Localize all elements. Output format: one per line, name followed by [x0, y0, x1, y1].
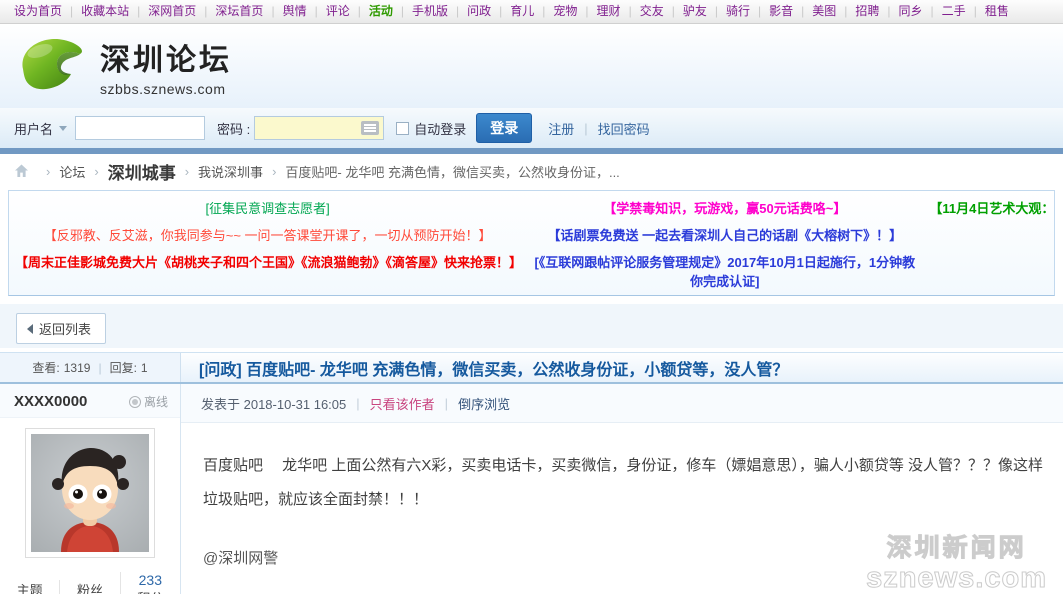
topnav-rent[interactable]: 租售 — [985, 4, 1009, 18]
logo-text: 深圳论坛 szbbs.sznews.com — [100, 35, 232, 97]
breadcrumb-separator: › — [94, 164, 98, 179]
back-bar: 返回列表 — [0, 304, 1063, 348]
topnav-friends[interactable]: 交友 — [640, 4, 683, 18]
thread-stats: 查看: 1319 | 回复: 1 — [0, 353, 181, 382]
topnav-parenting[interactable]: 育儿 — [510, 4, 553, 18]
post-body-text: 百度贴吧 龙华吧 上面公然有六X彩，买卖电话卡，买卖微信，身份证，修车（嫖娼意思… — [181, 423, 1063, 517]
back-button-label: 返回列表 — [39, 319, 91, 338]
recover-password-link[interactable]: 找回密码 — [598, 119, 650, 138]
views-label: 查看: — [32, 359, 59, 376]
back-arrow-icon — [27, 324, 33, 334]
announcement-link[interactable]: 【学禁毒知识，玩游戏，赢50元话费咯~】 — [597, 199, 852, 218]
stats-separator: | — [98, 361, 101, 375]
announcement-column-2: 【学禁毒知识，玩游戏，赢50元话费咯~】 【话剧票免费送 一起去看深圳人自己的话… — [526, 199, 923, 289]
announcement-link[interactable]: 【反邪教、反艾滋，你我同参与~~ 一问一答课堂开课了，一切从预防开始！】 — [38, 226, 498, 245]
fans-link[interactable]: 粉丝 — [59, 580, 119, 594]
breadcrumb: › 论坛 › 深圳城事 › 我说深圳事 › 百度贴吧- 龙华吧 充满色情，微信买… — [0, 154, 1063, 188]
auto-login-label: 自动登录 — [414, 119, 466, 138]
login-bar: 用户名 密码 : 自动登录 登录 注册 | 找回密码 — [0, 108, 1063, 148]
topnav-travel[interactable]: 驴友 — [683, 4, 726, 18]
meta-separator: | — [445, 396, 448, 411]
post-row: XXXX0000 离线 — [0, 384, 1063, 594]
register-link[interactable]: 注册 — [548, 119, 574, 138]
site-logo[interactable]: 深圳论坛 szbbs.sznews.com — [16, 33, 232, 100]
topnav-bookmark[interactable]: 收藏本站 — [81, 4, 148, 18]
announcement-column-1: [征集民意调查志愿者] 【反邪教、反艾滋，你我同参与~~ 一问一答课堂开课了，一… — [9, 199, 526, 289]
announcement-link[interactable]: 【周末正佳影城免费大片《胡桃夹子和四个王国》《流浪猫鲍勃》《滴答屋》快来抢票！】 — [9, 253, 526, 272]
breadcrumb-city[interactable]: 深圳城事 — [108, 159, 176, 184]
password-label: 密码 : — [217, 119, 250, 138]
topnav-wenzheng[interactable]: 问政 — [467, 4, 510, 18]
back-to-list-button[interactable]: 返回列表 — [16, 313, 106, 344]
topnav-yuqing[interactable]: 舆情 — [283, 4, 326, 18]
breadcrumb-thread: 百度贴吧- 龙华吧 充满色情，微信买卖，公然收身份证，... — [285, 162, 619, 181]
post-timestamp: 发表于 2018-10-31 16:05 — [201, 394, 346, 413]
breadcrumb-separator: › — [46, 164, 50, 179]
author-stats-row: 主题 粉丝 233 积分 — [0, 572, 180, 594]
logo-swoosh-icon — [16, 33, 90, 100]
thread-header: 查看: 1319 | 回复: 1 [问政] 百度贴吧- 龙华吧 充满色情，微信买… — [0, 352, 1063, 384]
topnav-finance[interactable]: 理财 — [597, 4, 640, 18]
top-nav-bar: 设为首页收藏本站深网首页深坛首页舆情评论活动手机版问政育儿宠物理财交友驴友骑行影… — [0, 0, 1063, 24]
auto-login-checkbox[interactable] — [396, 122, 409, 135]
announcement-link[interactable]: [《互联网跟帖评论服务管理规定》2017年10月1日起施行，1分钟教你完成认证] — [526, 253, 923, 291]
announcement-box: [征集民意调查志愿者] 【反邪教、反艾滋，你我同参与~~ 一问一答课堂开课了，一… — [8, 190, 1055, 296]
meta-separator: | — [356, 396, 359, 411]
topnav-forum-home[interactable]: 深坛首页 — [215, 4, 282, 18]
topnav-jobs[interactable]: 招聘 — [855, 4, 898, 18]
topnav-mobile[interactable]: 手机版 — [412, 4, 467, 18]
replies-count: 1 — [141, 361, 148, 375]
topnav-media[interactable]: 影音 — [769, 4, 812, 18]
breadcrumb-separator: › — [272, 164, 276, 179]
login-bar-separator: | — [584, 121, 587, 136]
breadcrumb-separator: › — [185, 164, 189, 179]
site-header: 深圳论坛 szbbs.sznews.com — [0, 24, 1063, 108]
forum-page: 设为首页收藏本站深网首页深坛首页舆情评论活动手机版问政育儿宠物理财交友驴友骑行影… — [0, 0, 1063, 594]
login-button[interactable]: 登录 — [476, 113, 532, 143]
status-label: 离线 — [144, 393, 168, 410]
site-url: szbbs.sznews.com — [100, 81, 232, 97]
author-name-link[interactable]: XXXX0000 — [14, 393, 87, 410]
post-mention: @深圳网警 — [181, 517, 1063, 568]
reverse-browse-link[interactable]: 倒序浏览 — [458, 394, 510, 413]
author-sidebar: XXXX0000 离线 — [0, 384, 181, 594]
keyboard-icon[interactable] — [361, 121, 379, 135]
topnav-cycling[interactable]: 骑行 — [726, 4, 769, 18]
topnav-pets[interactable]: 宠物 — [553, 4, 596, 18]
topics-link[interactable]: 主题 — [0, 580, 59, 594]
username-input[interactable] — [75, 116, 205, 140]
topnav-sznews-home[interactable]: 深网首页 — [148, 4, 215, 18]
topnav-set-home[interactable]: 设为首页 — [14, 4, 81, 18]
announcement-link[interactable]: 【11月4日艺术大观： — [923, 199, 1054, 218]
topnav-activity[interactable]: 活动 — [369, 4, 412, 18]
credits-value: 233 — [121, 572, 180, 588]
breadcrumb-forum[interactable]: 论坛 — [59, 162, 85, 181]
topnav-photos[interactable]: 美图 — [812, 4, 855, 18]
only-author-link[interactable]: 只看该作者 — [370, 394, 435, 413]
username-label: 用户名 — [14, 119, 53, 138]
announcement-link[interactable]: [征集民意调查志愿者] — [200, 199, 336, 218]
post-meta-row: 发表于 2018-10-31 16:05 | 只看该作者 | 倒序浏览 — [181, 384, 1063, 423]
offline-icon — [129, 396, 141, 408]
topnav-comment[interactable]: 评论 — [326, 4, 369, 18]
home-icon[interactable] — [14, 164, 29, 178]
breadcrumb-subforum[interactable]: 我说深圳事 — [198, 162, 263, 181]
status-badge: 离线 — [129, 393, 168, 410]
thread-title-cell: [问政] 百度贴吧- 龙华吧 充满色情，微信买卖，公然收身份证，小额贷等，没人管… — [181, 353, 1063, 382]
author-name-row: XXXX0000 离线 — [0, 384, 180, 418]
site-title: 深圳论坛 — [100, 35, 232, 79]
replies-label: 回复: — [110, 359, 137, 376]
topnav-secondhand[interactable]: 二手 — [942, 4, 985, 18]
topnav-hometown[interactable]: 同乡 — [899, 4, 942, 18]
views-count: 1319 — [64, 361, 91, 375]
credits-link[interactable]: 233 积分 — [120, 572, 180, 594]
credits-label: 积分 — [121, 588, 180, 594]
announcement-link[interactable]: 【话剧票免费送 一起去看深圳人自己的话剧《大榕树下》！】 — [542, 226, 909, 245]
avatar[interactable] — [25, 428, 155, 558]
announcement-column-3: 【11月4日艺术大观： — [923, 199, 1054, 289]
post-content-area: 发表于 2018-10-31 16:05 | 只看该作者 | 倒序浏览 百度贴吧… — [181, 384, 1063, 594]
thread-title: [问政] 百度贴吧- 龙华吧 充满色情，微信买卖，公然收身份证，小额贷等，没人管… — [199, 356, 788, 380]
dropdown-caret-icon[interactable] — [59, 126, 67, 131]
